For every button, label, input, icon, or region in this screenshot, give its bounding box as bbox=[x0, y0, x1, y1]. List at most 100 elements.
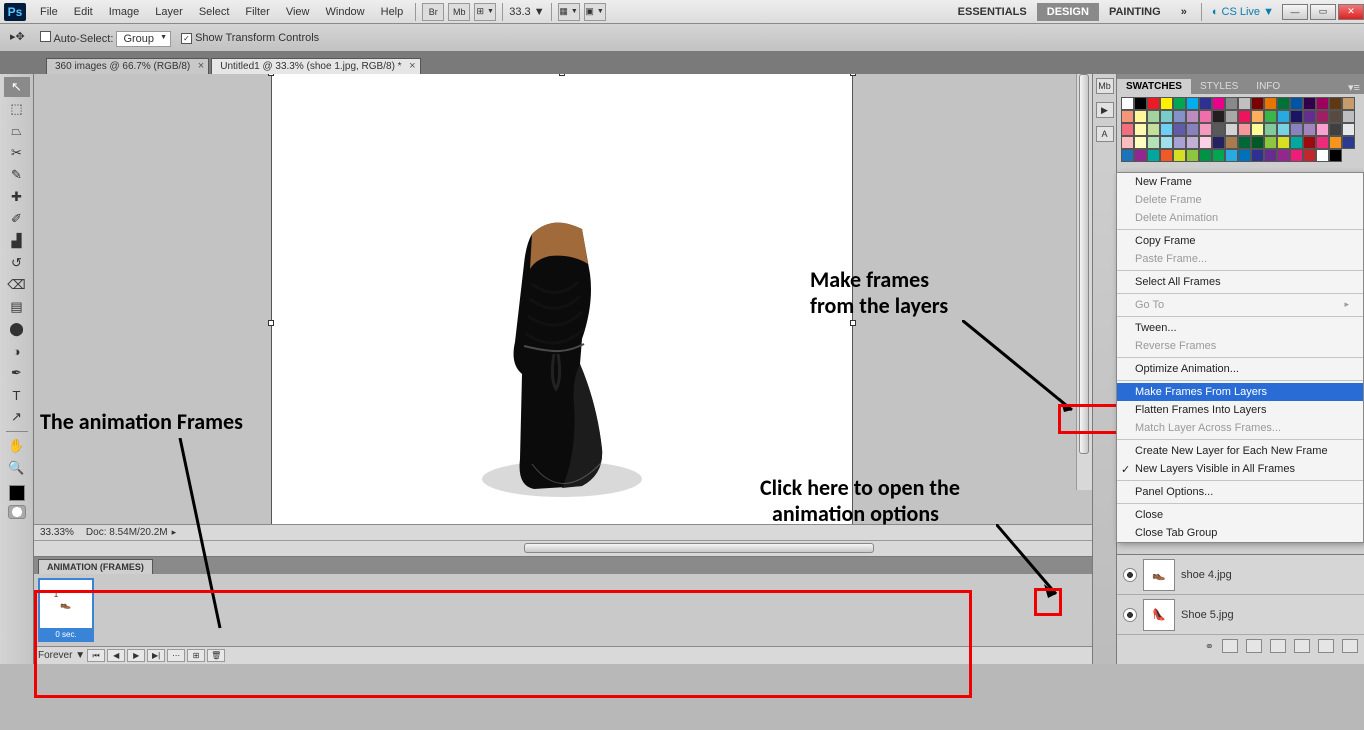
swatch[interactable] bbox=[1238, 123, 1251, 136]
healing-tool[interactable]: ✚ bbox=[4, 187, 30, 207]
swatch[interactable] bbox=[1173, 110, 1186, 123]
swatch[interactable] bbox=[1121, 97, 1134, 110]
workspace-more[interactable]: » bbox=[1171, 3, 1197, 21]
workspace-painting[interactable]: PAINTING bbox=[1099, 3, 1171, 21]
workspace-design[interactable]: DESIGN bbox=[1037, 3, 1099, 21]
zoom-tool[interactable]: 🔍 bbox=[4, 458, 30, 478]
menu-layer[interactable]: Layer bbox=[147, 3, 191, 21]
delete-layer-button[interactable] bbox=[1342, 639, 1358, 653]
auto-select-combo[interactable]: Group bbox=[116, 31, 171, 47]
history-brush-tool[interactable]: ↺ bbox=[4, 253, 30, 273]
layer-row[interactable]: 👠 Shoe 5.jpg bbox=[1117, 595, 1364, 635]
swatch[interactable] bbox=[1173, 136, 1186, 149]
swatch[interactable] bbox=[1121, 123, 1134, 136]
swatch[interactable] bbox=[1316, 97, 1329, 110]
swatch[interactable] bbox=[1147, 123, 1160, 136]
menu-view[interactable]: View bbox=[278, 3, 318, 21]
swatch[interactable] bbox=[1264, 136, 1277, 149]
minibridge-button[interactable]: Mb bbox=[448, 3, 470, 21]
swatch[interactable] bbox=[1303, 110, 1316, 123]
menu-edit[interactable]: Edit bbox=[66, 3, 101, 21]
swatch[interactable] bbox=[1316, 110, 1329, 123]
swatch[interactable] bbox=[1186, 123, 1199, 136]
swatch[interactable] bbox=[1212, 110, 1225, 123]
swatch[interactable] bbox=[1173, 97, 1186, 110]
canvas-stage[interactable] bbox=[34, 74, 1092, 524]
transform-handle[interactable] bbox=[850, 74, 856, 76]
swatch[interactable] bbox=[1264, 110, 1277, 123]
horizontal-scrollbar[interactable] bbox=[34, 540, 1092, 556]
menu-item[interactable]: Close Tab Group bbox=[1117, 524, 1363, 542]
swatch[interactable] bbox=[1186, 110, 1199, 123]
document-tab[interactable]: Untitled1 @ 33.3% (shoe 1.jpg, RGB/8) * bbox=[211, 58, 420, 74]
swatch[interactable] bbox=[1173, 149, 1186, 162]
swatch[interactable] bbox=[1134, 110, 1147, 123]
menu-item[interactable]: Make Frames From Layers bbox=[1117, 383, 1363, 401]
menu-item[interactable]: Optimize Animation... bbox=[1117, 360, 1363, 378]
eraser-tool[interactable]: ⌫ bbox=[4, 275, 30, 295]
layer-thumbnail[interactable]: 👞 bbox=[1143, 559, 1175, 591]
menu-file[interactable]: File bbox=[32, 3, 66, 21]
menu-item[interactable]: New Frame bbox=[1117, 173, 1363, 191]
window-restore[interactable]: ▭ bbox=[1310, 4, 1336, 20]
hand-tool[interactable]: ✋ bbox=[4, 436, 30, 456]
swatch[interactable] bbox=[1238, 97, 1251, 110]
frame-delay[interactable]: 0 sec. bbox=[40, 628, 92, 640]
quick-mask-button[interactable] bbox=[8, 505, 26, 519]
dodge-tool[interactable]: ◑ bbox=[4, 341, 30, 361]
swatch[interactable] bbox=[1264, 97, 1277, 110]
menu-image[interactable]: Image bbox=[101, 3, 148, 21]
swatch[interactable] bbox=[1342, 110, 1355, 123]
swatch[interactable] bbox=[1251, 110, 1264, 123]
layer-row[interactable]: 👞 shoe 4.jpg bbox=[1117, 555, 1364, 595]
scrollbar-thumb[interactable] bbox=[524, 543, 874, 553]
swatch[interactable] bbox=[1303, 97, 1316, 110]
layer-name[interactable]: shoe 4.jpg bbox=[1181, 569, 1232, 581]
delete-frame-button[interactable]: 🗑 bbox=[207, 649, 225, 662]
tween-button[interactable]: ⋯ bbox=[167, 649, 185, 662]
swatches-grid[interactable] bbox=[1117, 94, 1364, 165]
swatch[interactable] bbox=[1212, 123, 1225, 136]
play-button[interactable]: ▶ bbox=[127, 649, 145, 662]
pen-tool[interactable]: ✒ bbox=[4, 363, 30, 383]
visibility-icon[interactable] bbox=[1123, 608, 1137, 622]
window-close[interactable]: ✕ bbox=[1338, 4, 1364, 20]
move-tool[interactable]: ↖ bbox=[4, 77, 30, 97]
stamp-tool[interactable]: ▟ bbox=[4, 231, 30, 251]
swatch[interactable] bbox=[1251, 136, 1264, 149]
swatch[interactable] bbox=[1199, 149, 1212, 162]
menu-filter[interactable]: Filter bbox=[237, 3, 277, 21]
swatch[interactable] bbox=[1173, 123, 1186, 136]
visibility-icon[interactable] bbox=[1123, 568, 1137, 582]
new-layer-button[interactable] bbox=[1318, 639, 1334, 653]
blur-tool[interactable]: ⬤ bbox=[4, 319, 30, 339]
swatch[interactable] bbox=[1160, 97, 1173, 110]
marquee-tool[interactable]: ⬚ bbox=[4, 99, 30, 119]
swatch[interactable] bbox=[1251, 97, 1264, 110]
lasso-tool[interactable]: ⏢ bbox=[4, 121, 30, 141]
fx-button[interactable] bbox=[1222, 639, 1238, 653]
transform-handle[interactable] bbox=[559, 74, 565, 76]
foreground-color[interactable] bbox=[9, 485, 25, 501]
swatch[interactable] bbox=[1342, 97, 1355, 110]
menu-item[interactable]: New Layers Visible in All Frames bbox=[1117, 460, 1363, 478]
swatch[interactable] bbox=[1290, 97, 1303, 110]
doc-size[interactable]: Doc: 8.54M/20.2M bbox=[86, 527, 176, 538]
link-layers-icon[interactable]: ⚭ bbox=[1205, 640, 1214, 653]
swatch[interactable] bbox=[1329, 136, 1342, 149]
brush-tool[interactable]: ✐ bbox=[4, 209, 30, 229]
char-panel-icon[interactable]: A bbox=[1096, 126, 1114, 142]
swatch[interactable] bbox=[1147, 97, 1160, 110]
swatch[interactable] bbox=[1212, 97, 1225, 110]
swatch[interactable] bbox=[1316, 149, 1329, 162]
swatch[interactable] bbox=[1186, 149, 1199, 162]
swatch[interactable] bbox=[1303, 149, 1316, 162]
swatch[interactable] bbox=[1121, 110, 1134, 123]
swatch[interactable] bbox=[1134, 97, 1147, 110]
layer-name[interactable]: Shoe 5.jpg bbox=[1181, 609, 1234, 621]
zoom-readout[interactable]: 33.3 ▼ bbox=[507, 6, 546, 18]
swatch[interactable] bbox=[1199, 136, 1212, 149]
menu-item[interactable]: Close bbox=[1117, 506, 1363, 524]
swatch[interactable] bbox=[1277, 136, 1290, 149]
transform-handle[interactable] bbox=[850, 320, 856, 326]
